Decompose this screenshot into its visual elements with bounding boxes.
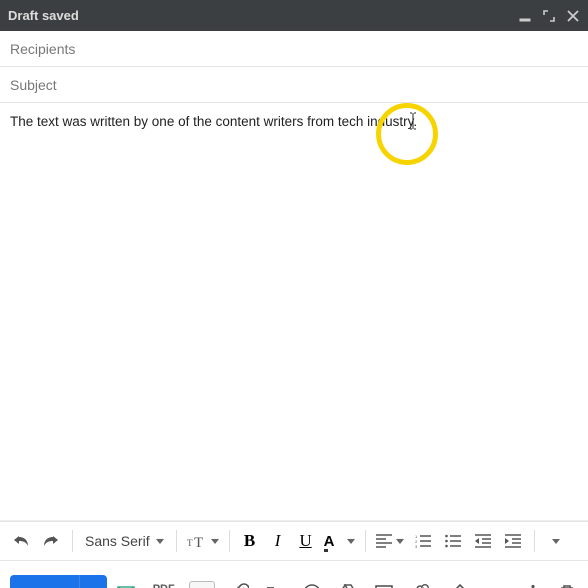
separator [72, 530, 73, 552]
italic-button[interactable]: I [266, 531, 290, 551]
insert-photo-icon[interactable] [373, 582, 395, 588]
svg-text:T: T [187, 538, 193, 548]
send-split-button: Send [10, 575, 107, 588]
indent-less-button[interactable] [470, 527, 496, 555]
recipients-placeholder: Recipients [10, 41, 75, 57]
subject-placeholder: Subject [10, 77, 57, 93]
font-family-label: Sans Serif [85, 533, 150, 549]
bold-button[interactable]: B [238, 531, 262, 551]
window-controls [518, 9, 580, 23]
subject-field[interactable]: Subject [0, 67, 588, 103]
compose-action-bar: Send PDF A [0, 561, 588, 588]
more-options-icon[interactable] [522, 582, 544, 588]
text-cursor-icon [408, 112, 409, 128]
fullscreen-icon[interactable] [542, 9, 556, 23]
separator [229, 530, 230, 552]
font-size-select[interactable]: T T [185, 533, 221, 549]
mail-check-icon[interactable] [117, 582, 139, 588]
body-text: The text was written by one of the conte… [10, 113, 578, 132]
font-size-icon: T T [187, 533, 207, 549]
separator [176, 530, 177, 552]
separator [534, 530, 535, 552]
bulleted-list-button[interactable] [440, 527, 466, 555]
align-left-icon [376, 534, 392, 548]
align-button[interactable] [374, 534, 406, 548]
svg-text:T: T [194, 535, 203, 549]
chevron-down-icon [552, 539, 560, 544]
minimize-icon[interactable] [518, 9, 532, 23]
chevron-down-icon [396, 539, 404, 544]
pdf-label: PDF [153, 584, 175, 588]
numbered-list-button[interactable]: 123 [410, 527, 436, 555]
insert-emoji-icon[interactable] [301, 582, 323, 588]
insert-icons-group: PDF A [117, 581, 512, 588]
insert-signature-icon[interactable] [445, 582, 467, 588]
discard-draft-icon[interactable] [556, 582, 578, 588]
indent-more-button[interactable] [500, 527, 526, 555]
undo-button[interactable] [8, 527, 34, 555]
insert-link-icon[interactable] [265, 582, 287, 588]
text-format-button[interactable]: A [189, 581, 215, 588]
pdf-icon[interactable]: PDF [153, 582, 175, 588]
formatting-toolbar: Sans Serif T T B I U A 123 [0, 521, 588, 561]
text-color-glyph: A [324, 533, 335, 550]
titlebar-title: Draft saved [8, 8, 79, 23]
svg-text:3: 3 [415, 544, 418, 548]
attach-file-icon[interactable] [229, 582, 251, 588]
message-body[interactable]: The text was written by one of the conte… [0, 103, 588, 521]
send-button[interactable]: Send [10, 575, 79, 588]
send-options-button[interactable] [79, 575, 107, 588]
chevron-down-icon [211, 539, 219, 544]
separator [365, 530, 366, 552]
text-color-button[interactable]: A [322, 532, 357, 550]
more-formatting-button[interactable] [543, 527, 569, 555]
close-icon[interactable] [566, 9, 580, 23]
underline-button[interactable]: U [294, 531, 318, 551]
text-format-glyph: A [197, 585, 206, 588]
chevron-down-icon [156, 539, 164, 544]
insert-drive-icon[interactable] [337, 582, 359, 588]
chevron-down-icon [347, 539, 355, 544]
compose-right-actions [522, 582, 578, 588]
confidential-mode-icon[interactable] [409, 582, 431, 588]
compose-titlebar: Draft saved [0, 0, 588, 31]
font-family-select[interactable]: Sans Serif [81, 533, 168, 549]
redo-button[interactable] [38, 527, 64, 555]
recipients-field[interactable]: Recipients [0, 31, 588, 67]
